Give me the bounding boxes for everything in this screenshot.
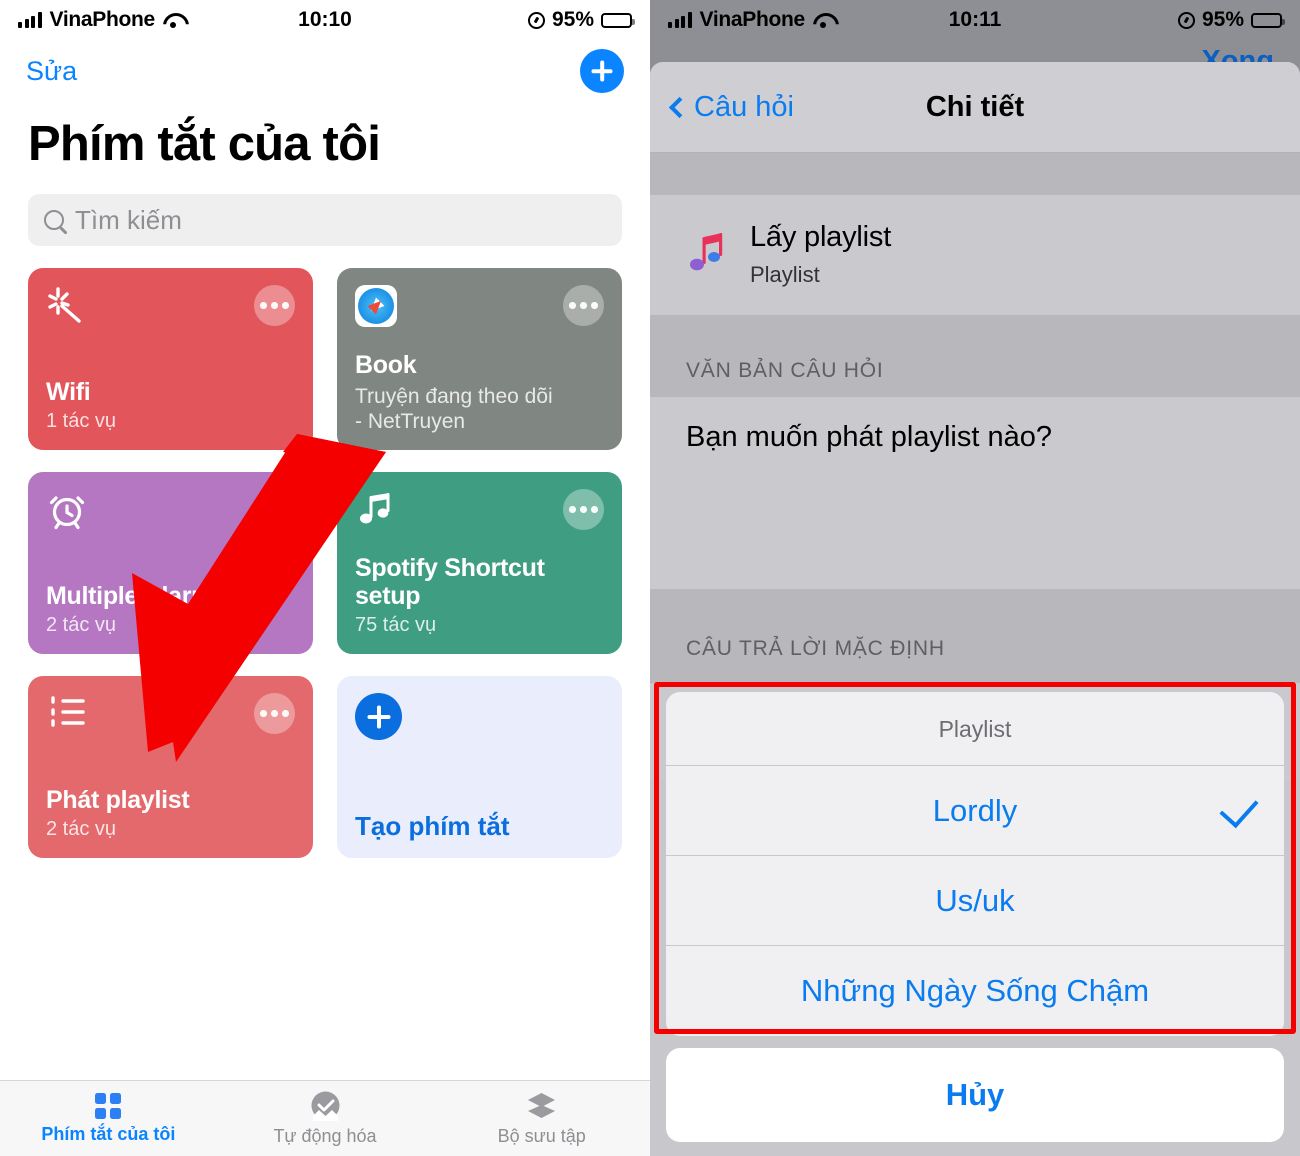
- tab-label: Bộ sưu tập: [497, 1126, 586, 1146]
- battery-percent: 95%: [1201, 8, 1244, 31]
- status-bar: VinaPhone 10:10 95%: [0, 0, 650, 40]
- action-sheet-title: Playlist: [666, 692, 1284, 766]
- chevron-left-icon: [668, 96, 691, 118]
- shortcut-card-spotify-setup[interactable]: Spotify Shortcut setup 75 tác vụ: [337, 472, 622, 654]
- create-shortcut-card[interactable]: Tạo phím tắt: [337, 676, 622, 858]
- tab-gallery[interactable]: Bộ sưu tập: [433, 1090, 650, 1147]
- detail-sheet: Câu hỏi Chi tiết Lấy playlist Playlist V…: [650, 62, 1300, 1156]
- section-header-question-wrap: VĂN BẢN CÂU HỎI: [650, 341, 1300, 397]
- shortcut-card-phat-playlist[interactable]: Phát playlist 2 tác vụ: [28, 676, 313, 858]
- tab-label: Phím tắt của tôi: [41, 1123, 176, 1144]
- left-phone-screen: VinaPhone 10:10 95% Sửa Phím tắt của tôi…: [0, 0, 650, 1156]
- clock-check-icon: [310, 1090, 341, 1121]
- edit-button[interactable]: Sửa: [26, 56, 77, 87]
- action-row-get-playlist[interactable]: Lấy playlist Playlist: [650, 195, 1300, 315]
- card-subtitle: 1 tác vụ: [46, 410, 117, 433]
- cancel-button[interactable]: Hủy: [666, 1048, 1284, 1142]
- action-title: Lấy playlist: [750, 220, 892, 253]
- tab-my-shortcuts[interactable]: Phím tắt của tôi: [0, 1092, 217, 1145]
- back-button[interactable]: Câu hỏi: [650, 91, 794, 124]
- card-menu-button[interactable]: [563, 285, 604, 326]
- magic-wand-icon: [46, 285, 88, 327]
- option-label: Lordly: [932, 792, 1018, 828]
- action-sheet-options: Playlist Lordly Us/uk Những Ngày Sống Ch…: [666, 692, 1284, 1036]
- tab-bar: Phím tắt của tôi Tự động hóa Bộ sưu tập: [0, 1080, 650, 1156]
- sheet-spacer-1: [650, 153, 1300, 195]
- shortcut-grid: Wifi 1 tác vụ Book Truyện đang theo dõi …: [0, 246, 650, 858]
- card-title: Multiple Alarms: [46, 582, 227, 611]
- carrier-label: VinaPhone: [49, 8, 156, 31]
- wifi-icon: [813, 13, 833, 28]
- checkmark-icon: [1219, 787, 1259, 828]
- question-text-row[interactable]: Bạn muốn phát playlist nào?: [650, 397, 1300, 589]
- lock-rotation-icon: [527, 11, 545, 29]
- section-header-question: VĂN BẢN CÂU HỎI: [686, 359, 884, 382]
- card-title: Wifi: [46, 378, 91, 407]
- detail-nav-bar: Câu hỏi Chi tiết: [650, 62, 1300, 153]
- action-sheet-option-usuk[interactable]: Us/uk: [666, 856, 1284, 946]
- action-sheet-option-nhung-ngay-song-cham[interactable]: Những Ngày Sống Chậm: [666, 946, 1284, 1036]
- battery-icon: [601, 12, 635, 28]
- card-subtitle-line2: - NetTruyen: [355, 409, 466, 433]
- card-subtitle: 2 tác vụ: [46, 818, 117, 841]
- grid-icon: [95, 1092, 122, 1119]
- create-shortcut-label: Tạo phím tắt: [355, 811, 510, 841]
- card-menu-button[interactable]: [254, 693, 295, 734]
- action-subtitle: Playlist: [750, 261, 820, 287]
- left-nav-bar: Sửa: [0, 40, 650, 102]
- signal-icon: [668, 12, 692, 28]
- carrier-label: VinaPhone: [699, 8, 806, 31]
- sheet-spacer-2: [650, 315, 1300, 341]
- plus-circle-icon: [355, 693, 402, 740]
- option-label: Us/uk: [935, 882, 1015, 918]
- section-header-default: CÂU TRẢ LỜI MẶC ĐỊNH: [686, 637, 945, 660]
- card-menu-button[interactable]: [563, 489, 604, 530]
- card-title: Phát playlist: [46, 786, 190, 815]
- bullet-list-icon: [46, 693, 88, 735]
- shortcut-card-multiple-alarms[interactable]: Multiple Alarms 2 tác vụ: [28, 472, 313, 654]
- card-menu-button[interactable]: [254, 285, 295, 326]
- music-note-icon: [686, 231, 728, 277]
- music-note-icon: [355, 489, 397, 531]
- shortcut-card-wifi[interactable]: Wifi 1 tác vụ: [28, 268, 313, 450]
- card-subtitle: 75 tác vụ: [355, 614, 437, 637]
- tab-automation[interactable]: Tự động hóa: [217, 1090, 434, 1147]
- question-text: Bạn muốn phát playlist nào?: [686, 421, 1052, 453]
- search-icon: [44, 210, 64, 230]
- battery-icon: [1251, 12, 1285, 28]
- card-title: Spotify Shortcut setup: [355, 553, 545, 611]
- section-header-default-wrap: CÂU TRẢ LỜI MẶC ĐỊNH: [650, 589, 1300, 683]
- card-title: Book: [355, 351, 417, 380]
- add-shortcut-button[interactable]: [580, 49, 624, 93]
- battery-percent: 95%: [551, 8, 594, 31]
- option-label: Những Ngày Sống Chậm: [800, 973, 1150, 1008]
- card-subtitle: 2 tác vụ: [46, 614, 117, 637]
- card-subtitle: Truyện đang theo dõi: [355, 384, 553, 408]
- status-bar: VinaPhone 10:11 95%: [650, 0, 1300, 40]
- playlist-action-sheet: Playlist Lordly Us/uk Những Ngày Sống Ch…: [654, 682, 1296, 1142]
- wifi-icon: [163, 13, 183, 28]
- right-phone-screen: VinaPhone 10:11 95% Xong Câu hỏi Chi tiế…: [650, 0, 1300, 1156]
- page-title: Phím tắt của tôi: [28, 117, 381, 171]
- action-sheet-option-lordly[interactable]: Lordly: [666, 766, 1284, 856]
- search-bar[interactable]: Tìm kiếm: [28, 194, 622, 246]
- layers-icon: [526, 1090, 557, 1121]
- tab-label: Tự động hóa: [273, 1126, 377, 1146]
- lock-rotation-icon: [1177, 11, 1195, 29]
- back-label: Câu hỏi: [694, 90, 794, 123]
- safari-icon: [355, 285, 397, 327]
- shortcut-card-book[interactable]: Book Truyện đang theo dõi - NetTruyen: [337, 268, 622, 450]
- alarm-clock-icon: [46, 489, 88, 531]
- dual-screenshot: VinaPhone 10:10 95% Sửa Phím tắt của tôi…: [0, 0, 1300, 1156]
- search-input[interactable]: Tìm kiếm: [75, 205, 182, 236]
- signal-icon: [18, 12, 42, 28]
